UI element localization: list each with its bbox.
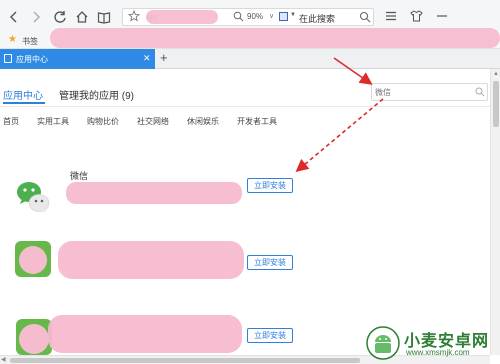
forward-button[interactable] xyxy=(28,9,44,25)
category-home[interactable]: 首页 xyxy=(3,116,19,127)
bookmarks-label[interactable]: 书签 xyxy=(22,36,38,47)
tab-page-icon xyxy=(4,54,12,63)
zoom-level[interactable]: 90% xyxy=(247,12,263,21)
wechat-icon xyxy=(15,179,51,215)
refresh-button[interactable] xyxy=(52,9,68,25)
install-button[interactable]: 立即安装 xyxy=(247,178,293,193)
watermark-url: www.xmsmjk.com xyxy=(406,348,470,357)
back-button[interactable] xyxy=(6,9,22,25)
search-icon[interactable] xyxy=(359,11,371,25)
app-icon xyxy=(14,317,52,355)
android-logo-icon xyxy=(366,326,400,362)
back-icon xyxy=(10,11,17,23)
reader-icon xyxy=(97,12,111,24)
category-shopping[interactable]: 购物比价 xyxy=(87,116,119,127)
browser-search-field[interactable]: 在此搜索 xyxy=(299,12,335,25)
app-center-page: 应用中心 管理我的应用 (9) 首页 实用工具 购物比价 社交网络 休闲娱乐 开… xyxy=(0,69,490,355)
redaction-mark xyxy=(48,315,242,353)
refresh-icon xyxy=(54,11,66,23)
install-button[interactable]: 立即安装 xyxy=(247,255,293,270)
install-button[interactable]: 立即安装 xyxy=(247,328,293,343)
scroll-left-icon[interactable]: ◀ xyxy=(1,356,6,363)
redaction-mark xyxy=(50,28,500,48)
redaction-mark xyxy=(58,241,244,279)
scrollbar-thumb[interactable] xyxy=(493,81,499,127)
forward-icon xyxy=(33,11,40,23)
search-icon[interactable] xyxy=(475,87,485,99)
divider xyxy=(0,106,490,107)
watermark: 小麦安卓网 www.xmsmjk.com xyxy=(360,324,500,364)
tab-label: 应用中心 xyxy=(16,55,48,64)
minimize-icon[interactable] xyxy=(436,10,448,24)
category-entertainment[interactable]: 休闲娱乐 xyxy=(187,116,219,127)
close-icon[interactable]: ✕ xyxy=(143,53,151,64)
category-social[interactable]: 社交网络 xyxy=(137,116,169,127)
shirt-icon[interactable] xyxy=(410,10,423,24)
category-nav: 首页 实用工具 购物比价 社交网络 休闲娱乐 开发者工具 xyxy=(3,116,295,127)
scrollbar-thumb[interactable] xyxy=(10,358,360,363)
category-utilities[interactable]: 实用工具 xyxy=(37,116,69,127)
category-developer-tools[interactable]: 开发者工具 xyxy=(237,116,277,127)
redaction-mark xyxy=(66,182,242,204)
search-engine-icon[interactable] xyxy=(279,12,288,21)
bookmark-star-icon: ★ xyxy=(8,34,17,45)
chevron-down-icon[interactable]: ∨ xyxy=(269,12,274,20)
app-search-input[interactable] xyxy=(375,86,470,98)
tab-manage-my-apps[interactable]: 管理我的应用 (9) xyxy=(59,87,134,102)
app-name: 微信 xyxy=(70,171,89,181)
home-button[interactable] xyxy=(74,9,90,25)
vertical-scrollbar[interactable]: ▲ xyxy=(490,69,500,355)
scroll-up-icon[interactable]: ▲ xyxy=(493,71,499,77)
active-tab-underline xyxy=(3,102,45,104)
redaction-mark xyxy=(146,10,218,24)
star-icon[interactable] xyxy=(127,9,141,24)
tab-app-center[interactable]: 应用中心 ✕ xyxy=(0,49,155,69)
app-search-box[interactable] xyxy=(371,83,488,101)
zoom-icon xyxy=(233,11,244,24)
tab-app-center-home[interactable]: 应用中心 xyxy=(3,87,43,102)
menu-icon[interactable] xyxy=(385,10,397,24)
home-icon xyxy=(76,11,88,23)
tab-strip: 应用中心 ✕ + xyxy=(0,49,500,69)
caret-down-icon[interactable]: ▼ xyxy=(290,12,296,18)
app-icon xyxy=(13,239,51,277)
reader-button[interactable] xyxy=(96,9,112,25)
plus-icon[interactable]: + xyxy=(160,51,168,65)
